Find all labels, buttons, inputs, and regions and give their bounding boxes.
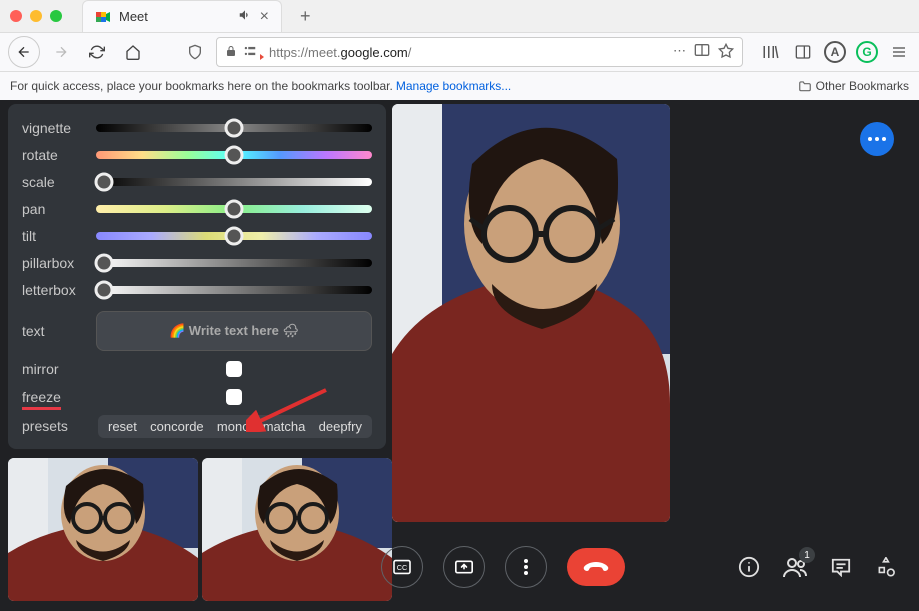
tilt-slider[interactable] [96,232,372,240]
bookmarks-hint: For quick access, place your bookmarks h… [10,79,393,93]
tab-title: Meet [119,9,230,24]
preset-reset[interactable]: reset [108,419,137,434]
audio-playing-icon[interactable] [238,8,252,25]
rotate-slider[interactable] [96,151,372,159]
library-icon[interactable] [759,40,783,64]
captions-button[interactable]: CC [381,546,423,588]
toolbar: https://meet.google.com/ ⋯ A [0,32,919,72]
browser-tab[interactable]: Meet × [82,0,282,32]
vignette-slider[interactable] [96,124,372,132]
meeting-details-button[interactable] [737,555,761,579]
vignette-label: vignette [22,120,88,136]
presets-label: presets [22,418,88,434]
preset-mono[interactable]: mono [217,419,250,434]
freeze-label: freeze [22,389,88,405]
bookmark-star-icon[interactable] [718,43,734,62]
browser-chrome: Meet × + [0,0,919,100]
participants-button[interactable]: 1 [783,555,807,579]
freeze-checkbox[interactable] [226,389,242,405]
pan-label: pan [22,201,88,217]
scale-label: scale [22,174,88,190]
forward-button[interactable] [46,37,76,67]
hangup-button[interactable] [567,548,625,586]
more-options-fab[interactable] [860,122,894,156]
permissions-icon[interactable] [243,45,257,60]
pillarbox-slider[interactable] [96,259,372,267]
account-icon[interactable]: A [823,40,847,64]
reload-button[interactable] [82,37,112,67]
rotate-label: rotate [22,147,88,163]
preset-matcha[interactable]: matcha [263,419,306,434]
mirror-label: mirror [22,361,88,377]
letterbox-label: letterbox [22,282,88,298]
text-label: text [22,323,88,339]
scale-slider[interactable] [96,178,372,186]
present-screen-button[interactable] [443,546,485,588]
meet-favicon-icon [95,9,111,25]
self-preview-strip [8,458,392,601]
self-preview-2[interactable] [202,458,392,601]
meet-content: vignette rotate scale pan tilt pillarbox… [0,100,919,611]
close-tab-button[interactable]: × [260,8,269,26]
self-preview-1[interactable] [8,458,198,601]
reader-mode-icon[interactable] [694,43,710,62]
window-controls [10,10,62,22]
home-button[interactable] [118,37,148,67]
overlay-text-input[interactable]: 🌈 Write text here 🌧 [96,311,372,351]
new-tab-button[interactable]: + [292,6,319,27]
video-filter-panel: vignette rotate scale pan tilt pillarbox… [8,104,386,449]
preset-concorde[interactable]: concorde [150,419,203,434]
chat-button[interactable] [829,555,853,579]
more-vertical-button[interactable] [505,546,547,588]
manage-bookmarks-link[interactable]: Manage bookmarks... [396,79,511,93]
lock-icon [225,45,237,60]
close-window-button[interactable] [10,10,22,22]
maximize-window-button[interactable] [50,10,62,22]
menu-icon[interactable] [887,40,911,64]
back-button[interactable] [8,36,40,68]
url-text: https://meet.google.com/ [269,45,667,60]
sidebar-icon[interactable] [791,40,815,64]
shield-icon[interactable] [180,37,210,67]
main-video-tile[interactable] [392,104,670,522]
tilt-label: tilt [22,228,88,244]
pillarbox-label: pillarbox [22,255,88,271]
mirror-checkbox[interactable] [226,361,242,377]
other-bookmarks-button[interactable]: Other Bookmarks [798,79,909,93]
activities-button[interactable] [875,555,899,579]
extension-icon[interactable]: G [855,40,879,64]
svg-text:CC: CC [396,563,406,572]
page-actions-icon[interactable]: ⋯ [673,43,686,62]
presets-group: reset concorde mono matcha deepfry [98,415,372,438]
titlebar: Meet × + [0,0,919,32]
preset-deepfry[interactable]: deepfry [319,419,362,434]
minimize-window-button[interactable] [30,10,42,22]
pan-slider[interactable] [96,205,372,213]
bookmarks-toolbar: For quick access, place your bookmarks h… [0,72,919,100]
address-bar[interactable]: https://meet.google.com/ ⋯ [216,37,743,67]
letterbox-slider[interactable] [96,286,372,294]
participants-count-badge: 1 [799,547,815,563]
call-controls-bar: CC 1 [392,543,909,591]
